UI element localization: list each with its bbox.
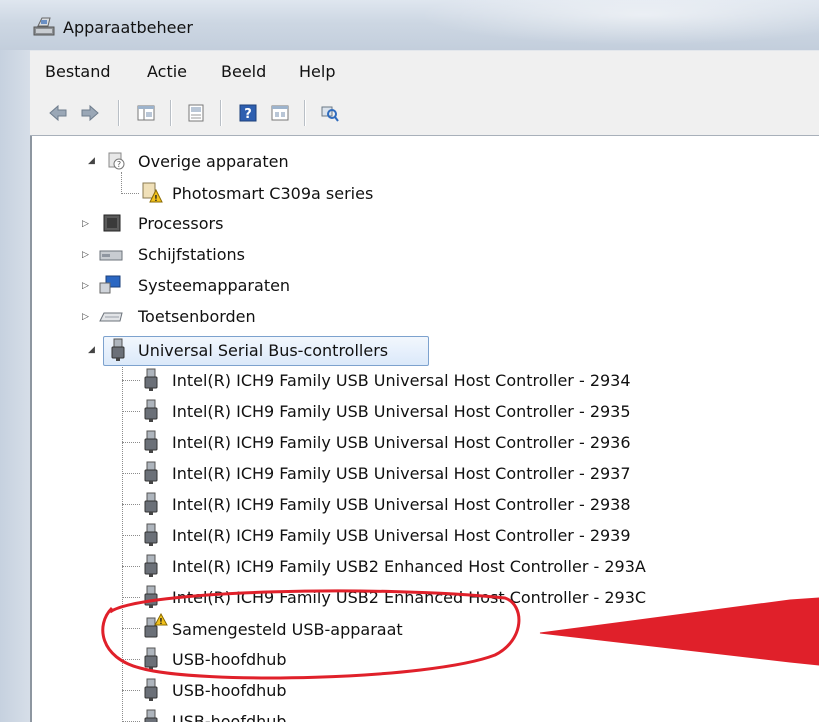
annotation-circle — [101, 589, 521, 680]
annotation-arrow — [539, 597, 819, 666]
red-annotation — [101, 589, 819, 680]
device-manager-window: Apparaatbeheer Bestand Actie Beeld Help … — [0, 0, 819, 722]
